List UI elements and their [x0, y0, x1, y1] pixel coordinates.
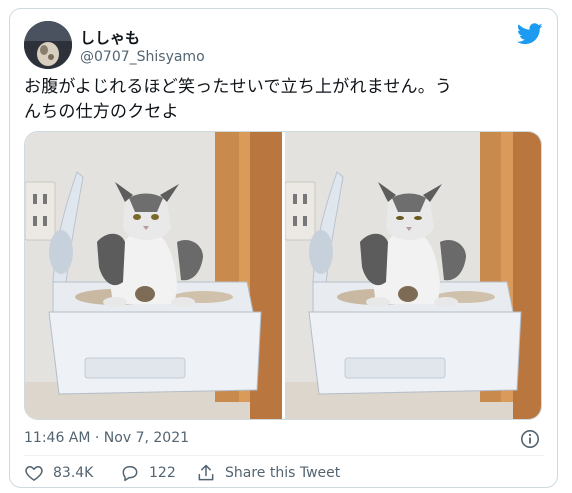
display-name[interactable]: ししゃも	[80, 29, 205, 48]
author-names: ししゃも @0707_Shisyamo	[80, 29, 205, 67]
tweet-text-line-1: お腹がよじれるほど笑ったせいで立ち上がれません。う	[24, 77, 453, 97]
like-count: 83.4K	[53, 465, 94, 481]
tweet-timestamp[interactable]: 11:46 AM · Nov 7, 2021	[24, 430, 189, 446]
tweet-meta: 11:46 AM · Nov 7, 2021	[24, 427, 544, 451]
tweet-card[interactable]: ししゃも @0707_Shisyamo お腹がよじれるほど笑ったせいで立ち上がれ…	[9, 8, 558, 488]
reply-button[interactable]: 122	[120, 461, 176, 485]
avatar[interactable]	[24, 21, 72, 69]
tweet-actions: 83.4K 122 Share this Tweet	[24, 461, 544, 485]
reply-bubble-icon	[122, 466, 138, 482]
info-icon[interactable]	[520, 429, 540, 449]
tweet-header: ししゃも @0707_Shisyamo	[24, 21, 543, 73]
share-icon	[198, 464, 214, 481]
like-button[interactable]: 83.4K	[24, 461, 93, 485]
user-handle[interactable]: @0707_Shisyamo	[80, 48, 205, 67]
tweet-media	[24, 131, 542, 420]
cat-litter-photo-1[interactable]	[25, 132, 282, 419]
twitter-bird-icon[interactable]	[517, 23, 543, 45]
tweet-text: お腹がよじれるほど笑ったせいで立ち上がれません。う んちの仕方のクセよ	[24, 75, 544, 125]
heart-icon	[25, 466, 43, 481]
share-label: Share this Tweet	[225, 465, 341, 481]
cat-litter-photo-2[interactable]	[285, 132, 541, 419]
tweet-text-line-2: んちの仕方のクセよ	[24, 102, 179, 122]
reply-count: 122	[149, 465, 176, 481]
share-button[interactable]: Share this Tweet	[196, 461, 340, 485]
divider	[24, 455, 544, 456]
